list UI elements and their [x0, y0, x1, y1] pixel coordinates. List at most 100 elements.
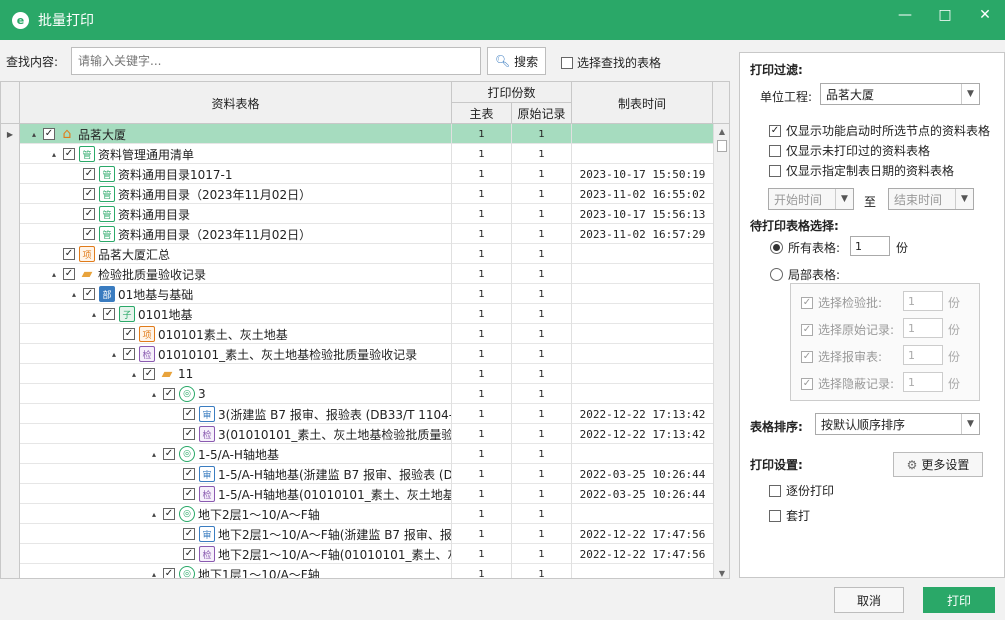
expander-icon[interactable]: ▴ [48, 150, 60, 159]
table-row[interactable]: ▴ ✓ ▰ 11 1 1 [1, 364, 713, 384]
main-copies-cell[interactable]: 1 [452, 524, 512, 544]
tree-node[interactable]: ▴ ✓ ◎ 地下2层1～10/A～F轴 [20, 504, 452, 524]
original-copies-cell[interactable]: 1 [512, 284, 572, 304]
row-checkbox[interactable]: ✓ [83, 228, 95, 240]
row-checkbox[interactable]: ✓ [123, 328, 135, 340]
table-row[interactable]: ✓ 检 1-5/A-H轴地基(01010101_素土、灰土地基检 1 1 2022-03-… [1, 484, 713, 504]
partial-option-checkbox[interactable]: ✓ 选择检验批: [801, 294, 882, 311]
main-copies-cell[interactable]: 1 [452, 384, 512, 404]
end-time-select[interactable]: 结束时间 ▼ [888, 188, 974, 210]
print-button[interactable]: 打印 [923, 587, 995, 613]
unit-select[interactable]: 品茗大厦 ▼ [820, 83, 980, 105]
scroll-up-icon[interactable]: ▲ [714, 124, 729, 138]
expander-icon[interactable]: ▴ [68, 290, 80, 299]
tree-node[interactable]: ✓ 管资料通用目录 [20, 204, 452, 224]
main-copies-cell[interactable]: 1 [452, 184, 512, 204]
main-copies-cell[interactable]: 1 [452, 164, 512, 184]
table-row[interactable]: ▶ ▴ ✓ ⌂ 品茗大厦 1 1 [1, 124, 713, 144]
original-copies-cell[interactable]: 1 [512, 344, 572, 364]
original-copies-cell[interactable]: 1 [512, 384, 572, 404]
table-row[interactable]: ✓ 审 1-5/A-H轴地基(浙建监 B7 报审、报验表 (D 1 1 2022-03-2… [1, 464, 713, 484]
expander-icon[interactable]: ▴ [88, 310, 100, 319]
checkbox-box[interactable]: ✓ [801, 296, 813, 309]
tree-node[interactable]: ✓ 审 3(浙建监 B7 报审、报验表 (DB33/T 1104-2 [20, 404, 452, 424]
table-row[interactable]: ▴ ✓ 子 0101地基 1 1 [1, 304, 713, 324]
row-checkbox[interactable]: ✓ [163, 388, 175, 400]
header-material[interactable]: 资料表格 [20, 82, 452, 124]
table-row[interactable]: ✓ 管资料通用目录（2023年11月02日） 1 1 2023-11-02 16:55:… [1, 184, 713, 204]
partial-copies-input[interactable]: 1 [903, 291, 943, 311]
header-time[interactable]: 制表时间 [572, 82, 713, 124]
overlay-print-checkbox[interactable]: 套打 [769, 507, 810, 524]
original-copies-cell[interactable]: 1 [512, 364, 572, 384]
main-copies-cell[interactable]: 1 [452, 564, 512, 578]
tree-node[interactable]: ▴ ✓ ⌂ 品茗大厦 [20, 124, 452, 144]
cancel-button[interactable]: 取消 [834, 587, 904, 613]
tree-node[interactable]: ▴ ✓ 部 01地基与基础 [20, 284, 452, 304]
original-copies-cell[interactable]: 1 [512, 204, 572, 224]
table-row[interactable]: ✓ 管资料通用目录1017-1 1 1 2023-10-17 15:50:19 [1, 164, 713, 184]
one-by-one-checkbox[interactable]: 逐份打印 [769, 482, 834, 499]
tree-node[interactable]: ▴ ✓ ▰ 11 [20, 364, 452, 384]
table-row[interactable]: ✓ 审地下2层1～10/A～F轴(浙建监 B7 报审、报验 1 1 2022-12-22… [1, 524, 713, 544]
main-copies-cell[interactable]: 1 [452, 224, 512, 244]
main-copies-cell[interactable]: 1 [452, 404, 512, 424]
minimize-button[interactable]: — [885, 0, 925, 30]
table-row[interactable]: ✓ 管资料通用目录（2023年11月02日） 1 1 2023-11-02 16:57:… [1, 224, 713, 244]
start-time-select[interactable]: 开始时间 ▼ [768, 188, 854, 210]
checkbox-box[interactable] [769, 164, 781, 177]
row-checkbox[interactable]: ✓ [163, 448, 175, 460]
tree-node[interactable]: ✓ 审 1-5/A-H轴地基(浙建监 B7 报审、报验表 (D [20, 464, 452, 484]
checkbox-box[interactable] [769, 484, 781, 497]
search-input[interactable] [71, 47, 481, 75]
expander-icon[interactable]: ▴ [148, 450, 160, 459]
tree-node[interactable]: ✓ 管资料通用目录1017-1 [20, 164, 452, 184]
row-checkbox[interactable]: ✓ [83, 168, 95, 180]
tree-node[interactable]: ▴ ✓ ◎ 1-5/A-H轴地基 [20, 444, 452, 464]
row-checkbox[interactable]: ✓ [123, 348, 135, 360]
row-checkbox[interactable]: ✓ [183, 528, 195, 540]
table-row[interactable]: ▴ ✓ ◎ 地下2层1～10/A～F轴 1 1 [1, 504, 713, 524]
row-checkbox[interactable]: ✓ [183, 468, 195, 480]
main-copies-cell[interactable]: 1 [452, 484, 512, 504]
header-main[interactable]: 主表 [452, 103, 512, 124]
original-copies-cell[interactable]: 1 [512, 424, 572, 444]
table-row[interactable]: ▴ ✓ 检 01010101_素土、灰土地基检验批质量验收记录 1 1 [1, 344, 713, 364]
row-checkbox[interactable]: ✓ [163, 568, 175, 578]
checkbox-box[interactable] [769, 144, 781, 157]
row-checkbox[interactable]: ✓ [103, 308, 115, 320]
radio-off[interactable] [770, 268, 783, 281]
tree-node[interactable]: ▴ ✓ ◎ 地下1层1～10/A～F轴 [20, 564, 452, 578]
original-copies-cell[interactable]: 1 [512, 464, 572, 484]
main-copies-cell[interactable]: 1 [452, 344, 512, 364]
tree-node[interactable]: ✓ 项品茗大厦汇总 [20, 244, 452, 264]
tree-node[interactable]: ✓ 项 010101素土、灰土地基 [20, 324, 452, 344]
scroll-thumb[interactable] [717, 140, 727, 152]
partial-copies-input[interactable]: 1 [903, 318, 943, 338]
more-settings-button[interactable]: ⚙ 更多设置 [893, 452, 983, 477]
checkbox-box[interactable] [769, 509, 781, 522]
partial-tables-radio[interactable]: 局部表格: [770, 266, 840, 283]
table-row[interactable]: ✓ 管资料通用目录 1 1 2023-10-17 15:56:13 [1, 204, 713, 224]
original-copies-cell[interactable]: 1 [512, 444, 572, 464]
row-checkbox[interactable]: ✓ [183, 488, 195, 500]
expander-icon[interactable]: ▴ [128, 370, 140, 379]
table-row[interactable]: ✓ 项 010101素土、灰土地基 1 1 [1, 324, 713, 344]
table-row[interactable]: ✓ 审 3(浙建监 B7 报审、报验表 (DB33/T 1104-2 1 1 2022-1… [1, 404, 713, 424]
row-checkbox[interactable]: ✓ [63, 248, 75, 260]
original-copies-cell[interactable]: 1 [512, 504, 572, 524]
all-tables-radio[interactable]: 所有表格: [770, 239, 840, 256]
table-row[interactable]: ▴ ✓ 部 01地基与基础 1 1 [1, 284, 713, 304]
checkbox-box[interactable] [561, 56, 573, 69]
table-row[interactable]: ▴ ✓ ◎ 3 1 1 [1, 384, 713, 404]
main-copies-cell[interactable]: 1 [452, 544, 512, 564]
radio-on[interactable] [770, 241, 783, 254]
row-checkbox[interactable]: ✓ [83, 208, 95, 220]
partial-copies-input[interactable]: 1 [903, 345, 943, 365]
original-copies-cell[interactable]: 1 [512, 184, 572, 204]
tree-node[interactable]: ▴ ✓ 检 01010101_素土、灰土地基检验批质量验收记录 [20, 344, 452, 364]
partial-option-checkbox[interactable]: ✓ 选择原始记录: [801, 321, 894, 338]
search-button[interactable]: 🔍︎ 搜索 [487, 47, 546, 75]
checkbox-box[interactable]: ✓ [801, 377, 813, 390]
original-copies-cell[interactable]: 1 [512, 224, 572, 244]
